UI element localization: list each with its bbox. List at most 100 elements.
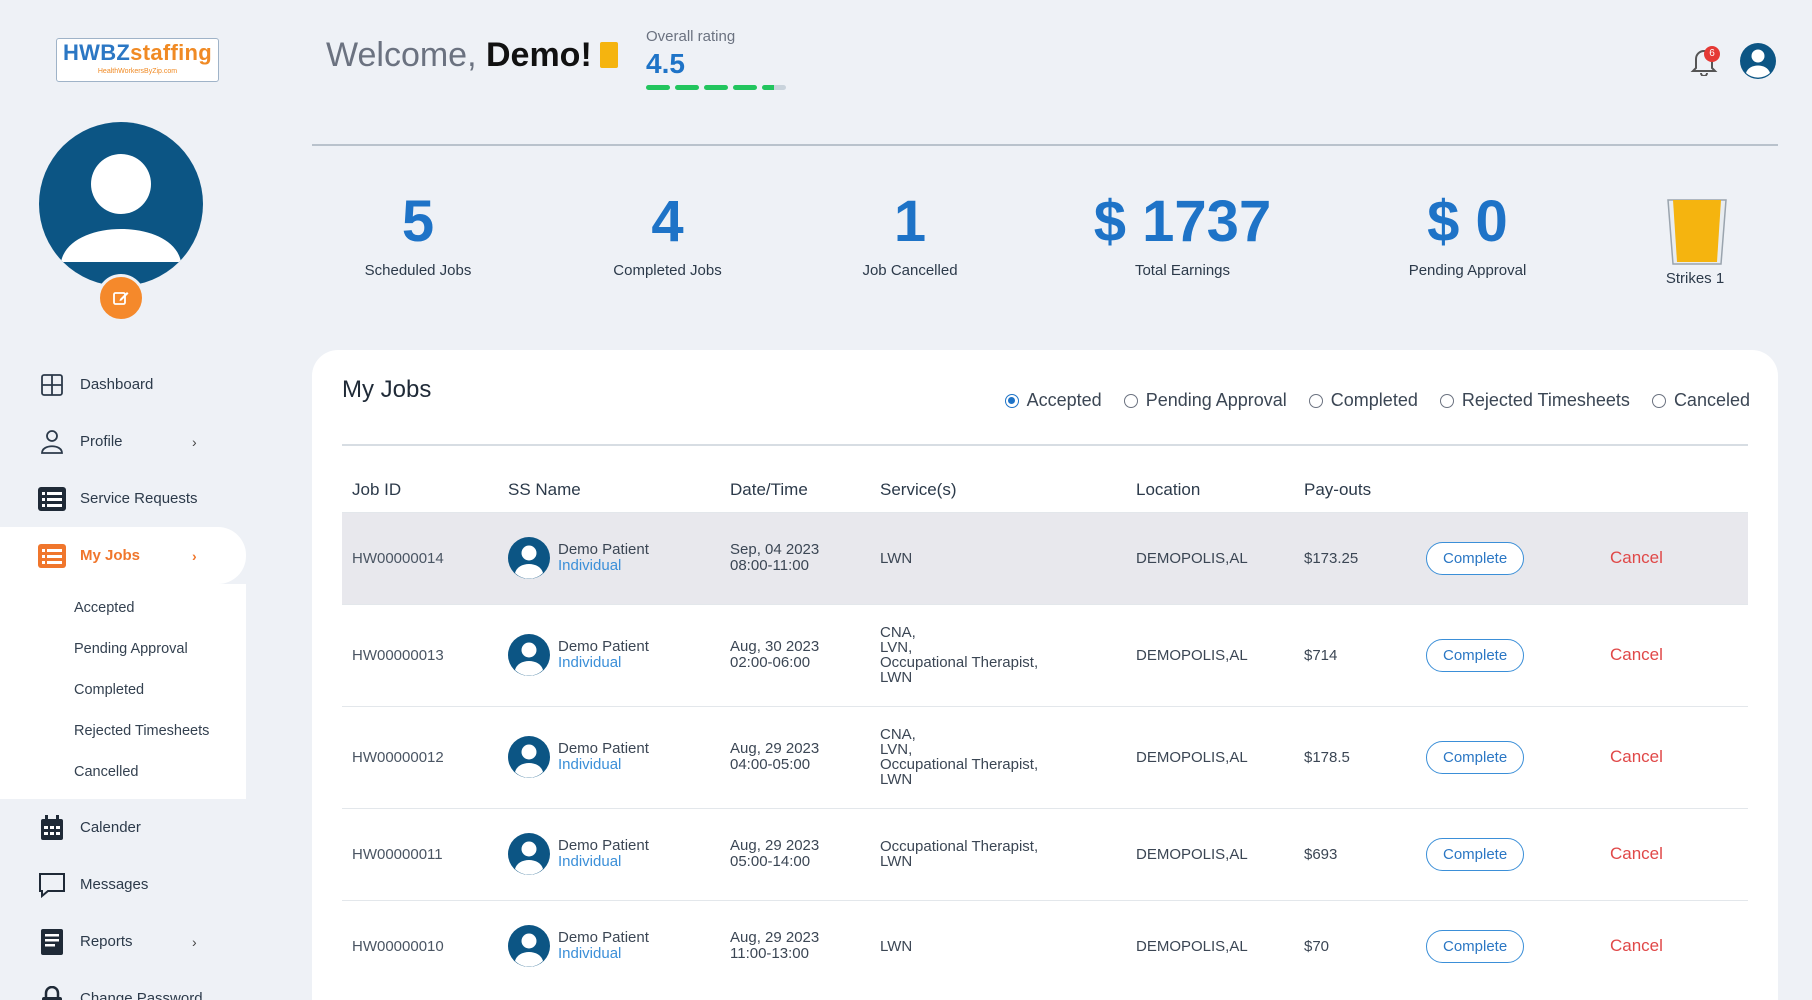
sidebar-item-change-password[interactable]: Change Password [0, 970, 246, 1000]
welcome-heading: Welcome, Demo! [326, 36, 618, 75]
date-time-cell: Aug, 30 2023 02:00-06:00 [720, 603, 870, 706]
filter-canceled[interactable]: Canceled [1651, 390, 1750, 411]
patient-name: Demo Patient [558, 541, 649, 558]
job-filter-group: Accepted Pending Approval Completed Reje… [1004, 390, 1750, 411]
cancel-link[interactable]: Cancel [1610, 645, 1663, 664]
submenu-item-completed[interactable]: Completed [0, 670, 246, 711]
sidebar-item-label: Reports [80, 933, 133, 950]
payout-cell: $693 [1294, 807, 1416, 900]
submenu-item-rejected-timesheets[interactable]: Rejected Timesheets [0, 711, 246, 752]
services-cell: CNA, LVN, Occupational Therapist, LWN [870, 705, 1126, 808]
table-row[interactable]: HW00000013 Demo Patient Individual Aug, 30 … [342, 603, 1748, 706]
service-item: LWN [880, 771, 913, 788]
table-row[interactable]: HW00000010 Demo Patient Individual Aug, 29 … [342, 899, 1748, 992]
my-jobs-card: My Jobs Accepted Pending Approval Comple… [312, 350, 1778, 1000]
sidebar-item-messages[interactable]: Messages [0, 856, 246, 913]
my-jobs-submenu: Accepted Pending Approval Completed Reje… [0, 584, 246, 799]
ss-name-cell: Demo Patient Individual [498, 705, 720, 808]
column-header-job-id: Job ID [352, 479, 402, 499]
rating-bar [646, 85, 786, 90]
service-item: Occupational Therapist, [880, 756, 1039, 773]
table-row[interactable]: HW00000012 Demo Patient Individual Aug, 29 … [342, 705, 1748, 808]
column-header-ss-name: SS Name [508, 479, 581, 499]
stat-value: 1 [893, 189, 927, 254]
list-icon [38, 542, 66, 570]
strike-badge-icon [599, 42, 618, 68]
job-date: Aug, 29 2023 [730, 740, 820, 757]
action-cell: Complete [1416, 899, 1600, 992]
job-date: Aug, 30 2023 [730, 638, 820, 655]
service-item: LWN [880, 669, 913, 686]
cancel-cell: Cancel [1600, 511, 1748, 604]
filter-accepted[interactable]: Accepted [1004, 390, 1102, 411]
sidebar-item-service-requests[interactable]: Service Requests [0, 470, 246, 527]
cancel-link[interactable]: Cancel [1610, 747, 1663, 766]
filter-label: Accepted [1026, 390, 1102, 410]
submenu-item-accepted[interactable]: Accepted [0, 588, 246, 629]
service-item: LVN, [880, 741, 913, 758]
patient-type: Individual [558, 853, 622, 870]
job-id-cell: HW00000012 [342, 705, 498, 808]
edit-profile-button[interactable] [97, 274, 145, 322]
user-account-icon[interactable] [1739, 42, 1777, 80]
complete-button[interactable]: Complete [1426, 740, 1525, 774]
filter-completed[interactable]: Completed [1308, 390, 1418, 411]
chevron-right-icon: › [192, 547, 197, 564]
sidebar-nav: Dashboard Profile › Service Requests My … [0, 356, 246, 1000]
rating-segment [646, 85, 670, 90]
radio[interactable] [1308, 393, 1323, 408]
ss-name-cell: Demo Patient Individual [498, 807, 720, 900]
filter-pending-approval[interactable]: Pending Approval [1123, 390, 1287, 411]
welcome-name: Demo! [485, 36, 592, 74]
sidebar-item-reports[interactable]: Reports › [0, 913, 246, 970]
action-cell: Complete [1416, 705, 1600, 808]
list-icon [38, 485, 66, 513]
table-row[interactable]: HW00000014 Demo Patient Individual Sep, 04 … [342, 511, 1748, 604]
service-item: LVN, [880, 639, 913, 656]
radio[interactable] [1439, 393, 1454, 408]
stat-label: Job Cancelled [862, 262, 958, 279]
complete-button[interactable]: Complete [1426, 929, 1525, 963]
stat-total-earnings: $ 1737 Total Earnings [1080, 190, 1285, 280]
column-header-location: Location [1136, 479, 1201, 499]
radio[interactable] [1651, 393, 1666, 408]
date-time-cell: Aug, 29 2023 04:00-05:00 [720, 705, 870, 808]
sidebar-item-calender[interactable]: Calender [0, 799, 246, 856]
brand-logo[interactable]: HWBZstaffing HealthWorkersByZip.com [56, 38, 219, 82]
stat-job-cancelled: 1 Job Cancelled [840, 189, 980, 280]
location-cell: DEMOPOLIS,AL [1126, 899, 1294, 992]
patient-avatar [508, 925, 550, 968]
sidebar-item-dashboard[interactable]: Dashboard [0, 356, 246, 413]
radio[interactable] [1123, 393, 1138, 408]
complete-button[interactable]: Complete [1426, 837, 1525, 871]
table-row[interactable]: HW00000011 Demo Patient Individual Aug, 29 … [342, 807, 1748, 900]
column-header-cancel [1600, 468, 1748, 512]
job-id-cell: HW00000010 [342, 899, 498, 992]
sidebar-item-profile[interactable]: Profile › [0, 413, 246, 470]
sidebar: HWBZstaffing HealthWorkersByZip.com Dash… [0, 0, 246, 1000]
location-cell: DEMOPOLIS,AL [1126, 511, 1294, 604]
patient-name: Demo Patient [558, 837, 649, 854]
submenu-item-cancelled[interactable]: Cancelled [0, 752, 246, 793]
patient-avatar [508, 537, 550, 579]
cancel-link[interactable]: Cancel [1610, 936, 1663, 955]
user-icon [38, 428, 66, 456]
ss-name-cell: Demo Patient Individual [498, 511, 720, 604]
complete-button[interactable]: Complete [1426, 638, 1525, 672]
welcome-prefix: Welcome, [326, 36, 477, 74]
service-item: LWN [880, 853, 913, 870]
radio-selected[interactable] [1004, 393, 1019, 408]
report-icon [38, 928, 66, 956]
stat-completed-jobs: 4 Completed Jobs [590, 190, 745, 280]
cancel-link[interactable]: Cancel [1610, 548, 1663, 567]
cancel-link[interactable]: Cancel [1610, 844, 1663, 863]
rating-value: 4.5 [646, 48, 685, 79]
complete-button[interactable]: Complete [1426, 541, 1525, 575]
sidebar-item-my-jobs[interactable]: My Jobs › [0, 527, 246, 584]
stat-value: $ 0 [1427, 189, 1508, 254]
job-time: 02:00-06:00 [730, 654, 811, 671]
submenu-item-pending-approval[interactable]: Pending Approval [0, 629, 246, 670]
job-date: Sep, 04 2023 [730, 541, 820, 558]
filter-rejected-timesheets[interactable]: Rejected Timesheets [1439, 390, 1630, 411]
rating-segment [733, 85, 757, 90]
